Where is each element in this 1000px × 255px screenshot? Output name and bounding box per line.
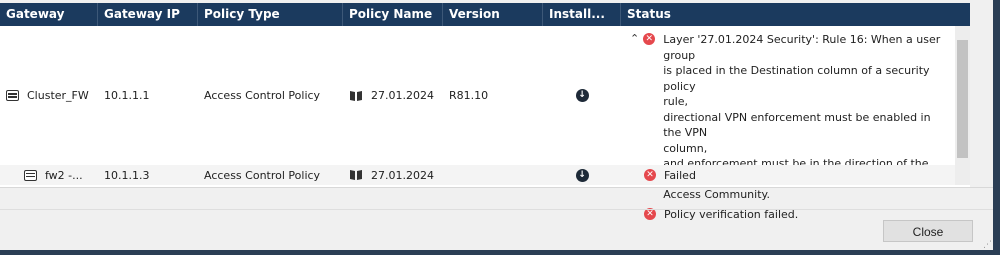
collapse-caret-icon[interactable]: ⌃ [630,32,639,45]
status-text: Failed [664,168,696,182]
policy-book-icon [349,169,363,181]
column-header-status[interactable]: Status [621,3,970,26]
policy-name-cell: 27.01.2024 [349,26,443,165]
policy-book-icon [349,90,363,102]
table-row[interactable]: fw2 -... 10.1.1.3 Access Control Policy … [0,165,955,185]
gateway-member-icon [24,169,37,181]
error-circle-icon: ✕ [644,169,656,181]
download-circle-icon[interactable]: ↓ [575,89,589,102]
policy-name: 27.01.2024 [371,89,434,102]
divider [0,209,993,210]
gateway-ip-cell: 10.1.1.1 [104,89,150,102]
error-circle-icon: ✕ [643,33,656,45]
scrollbar-thumb[interactable] [957,40,968,158]
close-button[interactable]: Close [883,220,973,242]
column-header-install[interactable]: Install... [543,3,621,26]
policy-type-cell: Access Control Policy [204,168,321,182]
column-header-policy-type[interactable]: Policy Type [198,3,343,26]
status-cell: ✕ Failed [644,165,944,185]
install-policy-dialog: Gateway Gateway IP Policy Type Policy Na… [0,0,993,250]
gateway-name: fw2 -... [45,168,83,182]
version-cell: R81.10 [449,89,489,102]
column-header-gateway[interactable]: Gateway [0,3,98,26]
gateway-cluster-icon [6,90,19,101]
policy-name-cell: 27.01.2024 [349,165,443,185]
install-cell: ↓ [543,26,621,165]
vertical-scrollbar[interactable] [955,26,970,185]
column-header-policy-name[interactable]: Policy Name [343,3,443,26]
error-circle-icon: ✕ [644,208,656,221]
status-cell: ⌃ ✕ Layer '27.01.2024 Security': Rule 16… [630,32,952,222]
version-cell [449,165,543,185]
gateway-name: Cluster_FW [27,89,89,102]
column-header-gateway-ip[interactable]: Gateway IP [98,3,198,26]
gateway-cell: Cluster_FW [6,26,98,165]
resize-grip-icon[interactable]: ⋰ [983,240,992,250]
gateway-ip-cell: 10.1.1.3 [104,168,150,182]
gateway-cell: fw2 -... [24,165,98,185]
table-row[interactable]: Cluster_FW 10.1.1.1 Access Control Polic… [0,26,955,221]
policy-type-cell: Access Control Policy [204,89,321,102]
policy-name: 27.01.2024 [371,168,434,182]
column-header-version[interactable]: Version [443,3,543,26]
download-circle-icon[interactable]: ↓ [575,168,589,182]
install-cell: ↓ [543,165,621,185]
divider [0,187,993,188]
grid-header: Gateway Gateway IP Policy Type Policy Na… [0,3,970,26]
